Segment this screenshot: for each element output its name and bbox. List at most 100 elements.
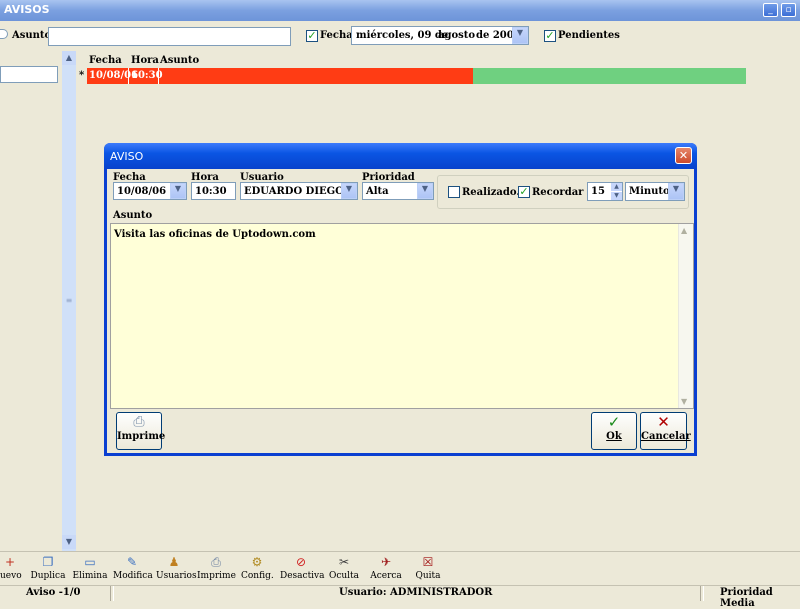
left-pane	[0, 51, 62, 551]
hora-value: 10:30	[195, 186, 227, 197]
unidad-combo[interactable]: Minutos ▼	[625, 182, 685, 201]
usuario-value: EDUARDO DIEGO	[244, 186, 344, 197]
hora-input[interactable]: 10:30	[191, 182, 236, 200]
scroll-down-icon[interactable]: ▼	[62, 535, 76, 549]
config-button[interactable]: ⚙ Config.	[241, 554, 274, 584]
row-progress-bar	[473, 68, 746, 84]
asunto-text: Visita las oficinas de Uptodown.com	[114, 229, 316, 240]
status-bar: Aviso -1/0 Usuario: ADMINISTRADOR Priori…	[0, 585, 800, 609]
tool-label: Duplica	[30, 571, 66, 581]
imprime-label: Imprime	[117, 431, 166, 442]
dialog-title-bar: AVISO ✕	[104, 143, 697, 169]
tool-label: Acerca	[370, 571, 402, 581]
filter-bar: Asunto: ✓ Fecha miércoles, 09 de agosto …	[0, 21, 800, 51]
asunto-label: Asunto	[113, 210, 153, 221]
edit-icon: ✎	[126, 555, 138, 569]
delete-icon: ▭	[84, 555, 96, 569]
restore-button[interactable]: ▫	[781, 3, 796, 17]
realizado-checkbox[interactable]: ✓	[448, 186, 460, 198]
new-icon: +	[4, 555, 16, 569]
aviso-dialog: AVISO ✕ Fecha 10/08/06 ▼ Hora 10:30 Usua…	[104, 143, 697, 456]
chevron-down-icon[interactable]: ▼	[417, 183, 433, 199]
tool-label: Elimina	[72, 571, 108, 581]
realizado-label: Realizado.	[462, 187, 520, 198]
tool-label: Config.	[241, 571, 274, 581]
spin-down-icon[interactable]: ▼	[611, 192, 622, 200]
cancelar-label: Cancelar	[641, 431, 691, 442]
left-pane-field[interactable]	[0, 66, 58, 83]
tool-label: Desactiva	[280, 571, 325, 581]
status-divider	[110, 586, 114, 601]
pendientes-checkbox[interactable]: ✓	[544, 30, 556, 42]
desactiva-button[interactable]: ⊘ Desactiva	[280, 554, 325, 584]
ok-label: Ok	[606, 431, 622, 442]
minimize-button[interactable]: _	[763, 3, 778, 17]
modifica-button[interactable]: ✎ Modifica	[113, 554, 153, 584]
chevron-down-icon[interactable]: ▼	[341, 183, 357, 199]
grid-col-asunto[interactable]: Asunto	[160, 55, 199, 66]
acerca-button[interactable]: ✈ Acerca	[368, 554, 404, 584]
status-usuario: Usuario: ADMINISTRADOR	[339, 587, 493, 598]
fecha-filter-label: Fecha	[320, 30, 353, 41]
asunto-radio[interactable]	[0, 29, 8, 39]
imprime-tool-button[interactable]: ⎙ Imprime	[197, 554, 236, 584]
grid-col-fecha[interactable]: Fecha	[89, 55, 122, 66]
fecha-day: miércoles, 09 de	[356, 30, 449, 41]
dialog-body: Fecha 10/08/06 ▼ Hora 10:30 Usuario EDUA…	[107, 169, 694, 453]
check-icon: ✓	[607, 413, 621, 431]
cell-divider	[128, 68, 129, 84]
usuario-combo[interactable]: EDUARDO DIEGO ▼	[240, 182, 358, 200]
duplicate-icon: ❐	[42, 555, 54, 569]
recordar-spinner[interactable]: 15 ▲ ▼	[587, 182, 623, 201]
quit-icon: ☒	[422, 555, 434, 569]
recordar-checkbox[interactable]: ✓	[518, 186, 530, 198]
elimina-button[interactable]: ▭ Elimina	[72, 554, 108, 584]
fecha-date-picker[interactable]: miércoles, 09 de agosto de 2006 ▼	[351, 26, 529, 45]
fecha-combo[interactable]: 10/08/06 ▼	[113, 182, 187, 200]
asunto-filter-input[interactable]	[48, 27, 291, 46]
oculta-button[interactable]: ✂ Oculta	[328, 554, 360, 584]
scroll-up-icon[interactable]: ▲	[681, 226, 687, 235]
usuarios-button[interactable]: ♟ Usuarios	[156, 554, 197, 584]
asunto-textarea[interactable]: Visita las oficinas de Uptodown.com ▲ ▼	[110, 223, 694, 409]
cancelar-button[interactable]: ✕ Cancelar	[640, 412, 691, 450]
chevron-down-icon[interactable]: ▼	[512, 27, 528, 44]
quita-button[interactable]: ☒ Quita	[413, 554, 443, 584]
tool-label: Oculta	[328, 571, 360, 581]
fecha-value: 10/08/06	[117, 186, 167, 197]
dialog-title: AVISO	[110, 150, 144, 163]
grid-col-hora[interactable]: Hora	[131, 55, 159, 66]
hide-icon: ✂	[338, 555, 350, 569]
chevron-down-icon[interactable]: ▼	[668, 183, 684, 200]
duplica-button[interactable]: ❐ Duplica	[30, 554, 66, 584]
status-aviso: Aviso -1/0	[26, 587, 81, 598]
fecha-month: agosto	[438, 30, 476, 41]
cell-divider	[158, 68, 159, 84]
scroll-up-icon[interactable]: ▲	[62, 51, 76, 65]
prioridad-value: Alta	[366, 186, 389, 197]
bottom-toolbar: + uevo ❐ Duplica ▭ Elimina ✎ Modifica ♟ Usuar…	[0, 551, 800, 586]
scroll-down-icon[interactable]: ▼	[681, 397, 687, 406]
nuevo-button[interactable]: + uevo	[0, 554, 22, 584]
ok-button[interactable]: ✓ Ok	[591, 412, 637, 450]
users-icon: ♟	[168, 555, 180, 569]
imprime-button[interactable]: ⎙ Imprime	[116, 412, 166, 450]
spin-up-icon[interactable]: ▲	[611, 183, 622, 191]
window-title: AVISOS	[4, 3, 50, 16]
tool-label: Modifica	[113, 571, 153, 581]
chevron-down-icon[interactable]: ▼	[170, 183, 186, 199]
close-icon[interactable]: ✕	[675, 147, 692, 164]
prioridad-combo[interactable]: Alta ▼	[362, 182, 434, 200]
tool-label: Quita	[415, 571, 441, 581]
memo-scrollbar[interactable]: ▲ ▼	[678, 224, 693, 408]
printer-icon: ⎙	[211, 555, 221, 569]
vertical-scrollbar[interactable]: ▲ ≡ ▼	[62, 51, 76, 551]
config-icon: ⚙	[251, 555, 263, 569]
grid-header: Fecha Hora Asunto	[76, 53, 800, 67]
table-row[interactable]: * 10/08/06 10:30	[76, 68, 800, 84]
tool-label: uevo	[0, 571, 22, 581]
row-priority-bar: 10/08/06 10:30	[87, 68, 473, 84]
fecha-checkbox[interactable]: ✓	[306, 30, 318, 42]
pendientes-label: Pendientes	[558, 30, 620, 41]
window-title-bar: AVISOS _ ▫	[0, 0, 800, 21]
